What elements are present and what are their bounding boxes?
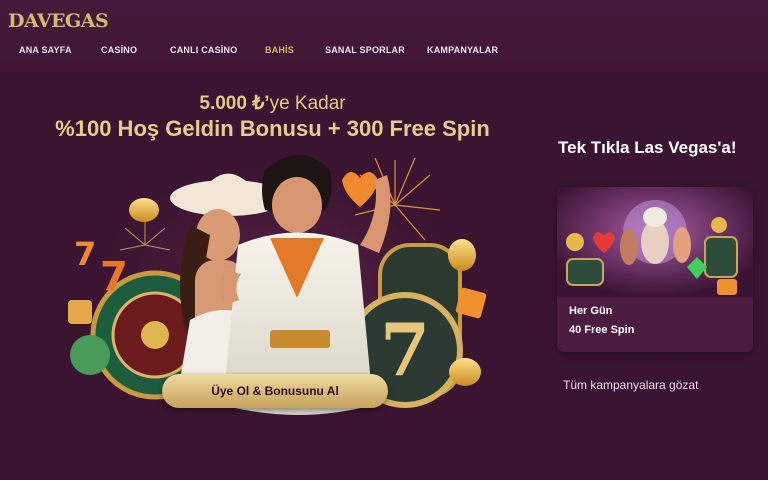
coin-icon (449, 358, 481, 386)
seven-icon: 7 (74, 235, 96, 273)
hero-headline-bonus: %100 Hoş Geldin Bonusu + 300 Free Spin (55, 116, 490, 141)
signup-bonus-button[interactable]: Üye Ol & Bonusunu Al (162, 374, 388, 408)
svg-text:7: 7 (380, 307, 430, 392)
promo-subtitle: Her Gün (569, 305, 613, 317)
all-campaigns-link[interactable]: Tüm kampanyalara gözat (563, 378, 698, 392)
coin-icon (448, 239, 476, 271)
nav-item-betting[interactable]: BAHİS (265, 45, 294, 55)
svg-text:7: 7 (100, 254, 128, 300)
nav-item-casino[interactable]: CASİNO (101, 45, 137, 55)
sidebar-title: Tek Tıkla Las Vegas'a! (558, 138, 737, 157)
hero-amount: 5.000 ₺’ (199, 93, 270, 114)
main-navigation: ANA SAYFA CASİNO CANLI CASİNO BAHİS SANA… (0, 45, 768, 59)
dice-icon (68, 300, 92, 324)
nav-item-virtual-sports[interactable]: SANAL SPORLAR (325, 45, 405, 55)
seven-icon (717, 279, 737, 295)
hero-headline-amount: 5.000 ₺’ye Kadar (0, 92, 545, 115)
hero-amount-suffix: ye Kadar (269, 93, 346, 114)
coin-icon (566, 233, 584, 251)
seven-icon: 7 (100, 254, 128, 300)
nav-item-campaigns[interactable]: KAMPANYALAR (427, 45, 498, 55)
coin-icon (711, 217, 727, 233)
nav-item-live-casino[interactable]: CANLI CASİNO (170, 45, 237, 55)
promo-title: 40 Free Spin (569, 324, 635, 336)
svg-text:7: 7 (74, 235, 96, 273)
nav-item-home[interactable]: ANA SAYFA (19, 45, 72, 55)
top-bar: DAVEGAS ANA SAYFA CASİNO CANLI CASİNO BA… (0, 0, 768, 72)
promo-card[interactable]: Her Gün 40 Free Spin (557, 187, 753, 352)
promo-card-image (557, 187, 753, 297)
coin-icon (70, 335, 110, 375)
coin-icon (129, 198, 159, 222)
brand-logo[interactable]: DAVEGAS (8, 10, 109, 32)
logo-text: DAVEGAS (8, 10, 109, 32)
